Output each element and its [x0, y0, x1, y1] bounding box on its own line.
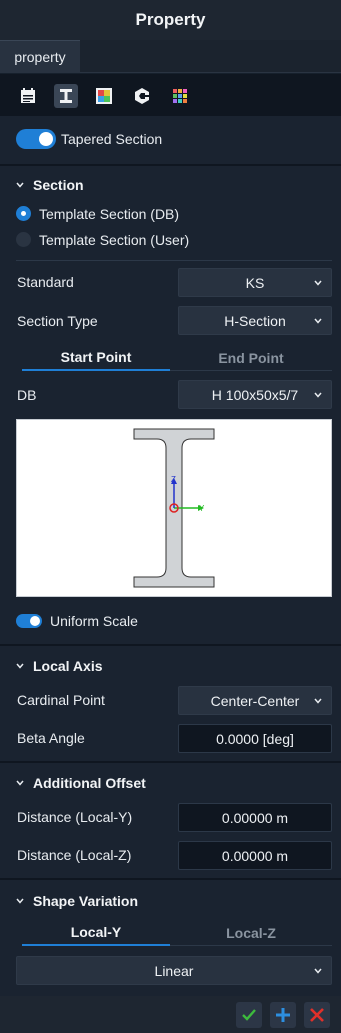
chevron-down-icon[interactable] — [16, 662, 24, 670]
section-type-label: Section Type — [17, 313, 98, 329]
separator — [16, 260, 332, 261]
tab-property-label: property — [14, 49, 66, 65]
shape-variation-panel: Shape Variation Local-Y Local-Z Linear — [0, 880, 341, 996]
offset-y-input[interactable]: 0.00000 m — [178, 803, 332, 832]
close-icon — [310, 1008, 324, 1022]
shape-variation-select[interactable]: Linear — [16, 956, 332, 985]
h-section-drawing: Y Z — [133, 428, 215, 588]
toolbar — [0, 74, 341, 116]
chevron-down-icon[interactable] — [16, 897, 24, 905]
shape-variation-value: Linear — [154, 962, 194, 979]
cardinal-point-label: Cardinal Point — [17, 692, 105, 708]
radio-template-user-label: Template Section (User) — [39, 232, 190, 248]
offset-z-input[interactable]: 0.00000 m — [178, 841, 332, 870]
tapered-toggle[interactable] — [16, 129, 56, 149]
radio-template-db-label: Template Section (DB) — [39, 206, 180, 222]
check-icon — [242, 1009, 256, 1021]
panel-title-text: Property — [135, 10, 206, 29]
offset-z-label: Distance (Local-Z) — [17, 847, 132, 863]
beta-angle-value: 0.0000 [deg] — [216, 730, 294, 747]
apply-button[interactable] — [236, 1002, 262, 1028]
tab-local-y[interactable]: Local-Y — [22, 920, 170, 946]
color-grid-icon[interactable] — [168, 84, 192, 108]
standard-select[interactable]: KS — [178, 268, 332, 297]
calendar-icon[interactable] — [16, 84, 40, 108]
cardinal-point-value: Center-Center — [210, 692, 300, 709]
db-value: H 100x50x5/7 — [211, 386, 299, 403]
toggle-knob — [39, 132, 53, 146]
tab-local-z-label: Local-Z — [226, 924, 276, 941]
offset-y-value: 0.00000 m — [221, 809, 289, 826]
beta-angle-label: Beta Angle — [17, 730, 85, 746]
tab-property[interactable]: property — [0, 40, 80, 73]
section-type-select[interactable]: H-Section — [178, 306, 332, 335]
shape-variation-title: Shape Variation — [33, 893, 139, 909]
toggle-knob — [30, 616, 40, 626]
chevron-down-icon — [314, 698, 322, 704]
plus-icon — [276, 1008, 290, 1022]
tab-local-y-label: Local-Y — [70, 924, 122, 940]
tab-end-point-label: End Point — [218, 349, 284, 366]
axis-y-label: Y — [199, 504, 205, 513]
standard-value: KS — [245, 274, 265, 291]
footer-bar — [0, 996, 341, 1033]
axis-z-label: Z — [171, 475, 176, 484]
offset-panel: Additional Offset Distance (Local-Y) 0.0… — [0, 763, 341, 878]
tab-start-point-label: Start Point — [60, 349, 132, 365]
standard-label: Standard — [17, 274, 74, 290]
offset-z-value: 0.00000 m — [221, 847, 289, 864]
tapered-label: Tapered Section — [61, 131, 163, 147]
local-axis-panel: Local Axis Cardinal Point Center-Center … — [0, 646, 341, 761]
chevron-down-icon[interactable] — [16, 181, 24, 189]
chevron-down-icon[interactable] — [16, 779, 24, 787]
add-button[interactable] — [270, 1002, 296, 1028]
chevron-down-icon — [314, 280, 322, 286]
chevron-down-icon — [314, 392, 322, 398]
cardinal-point-select[interactable]: Center-Center — [178, 686, 332, 715]
offset-title: Additional Offset — [33, 775, 146, 791]
offset-y-label: Distance (Local-Y) — [17, 809, 133, 825]
radio-template-db[interactable] — [16, 206, 31, 221]
section-preview: Y Z — [16, 419, 332, 597]
color-map-icon[interactable] — [92, 84, 116, 108]
db-select[interactable]: H 100x50x5/7 — [178, 380, 332, 409]
local-axis-title: Local Axis — [33, 658, 103, 674]
panel-title: Property — [0, 0, 341, 40]
section-c-icon[interactable] — [130, 84, 154, 108]
tapered-panel: Tapered Section — [0, 116, 341, 164]
radio-template-user[interactable] — [16, 232, 31, 247]
tab-strip: property — [0, 40, 341, 73]
close-button[interactable] — [304, 1002, 330, 1028]
beta-angle-input[interactable]: 0.0000 [deg] — [178, 724, 332, 753]
tab-end-point[interactable]: End Point — [170, 345, 332, 371]
i-beam-icon[interactable] — [54, 84, 78, 108]
tab-start-point[interactable]: Start Point — [22, 345, 170, 371]
tab-local-z[interactable]: Local-Z — [170, 920, 332, 946]
db-label: DB — [17, 387, 37, 403]
section-title: Section — [33, 177, 84, 193]
chevron-down-icon — [314, 968, 322, 974]
uniform-scale-label: Uniform Scale — [50, 613, 138, 629]
uniform-scale-toggle[interactable] — [16, 614, 42, 628]
chevron-down-icon — [314, 318, 322, 324]
section-type-value: H-Section — [224, 312, 286, 329]
